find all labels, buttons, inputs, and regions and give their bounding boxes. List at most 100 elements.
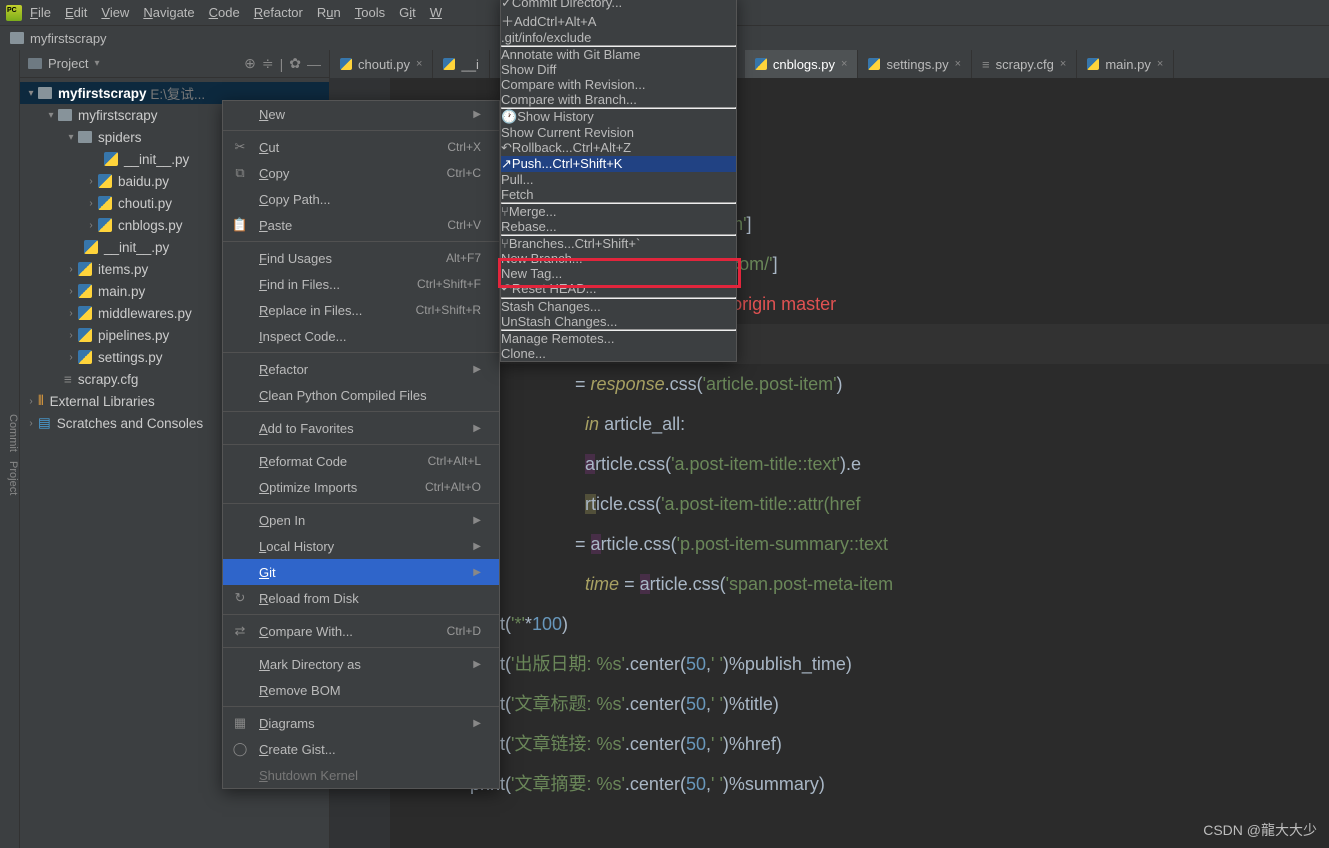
tab-settings[interactable]: settings.py× bbox=[858, 50, 972, 78]
close-icon[interactable]: × bbox=[1157, 58, 1163, 70]
menu-item[interactable]: New Branch... bbox=[501, 251, 736, 266]
submenu-arrow: ▶ bbox=[473, 364, 481, 375]
menu-label: Stash Changes... bbox=[501, 299, 601, 314]
menu-item[interactable]: Add to Favorites▶ bbox=[223, 415, 499, 441]
menu-item[interactable]: Inspect Code... bbox=[223, 323, 499, 349]
menu-w[interactable]: W bbox=[430, 5, 442, 20]
app-logo bbox=[6, 5, 22, 21]
menu-item[interactable]: ⇄Compare With...Ctrl+D bbox=[223, 618, 499, 644]
menu-item[interactable]: Copy Path... bbox=[223, 186, 499, 212]
close-icon[interactable]: × bbox=[1060, 58, 1066, 70]
menu-label: Show Diff bbox=[501, 62, 556, 77]
menu-edit[interactable]: Edit bbox=[65, 5, 87, 20]
tab-cnblogs[interactable]: cnblogs.py× bbox=[745, 50, 859, 78]
menu-item[interactable]: 🕐Show History bbox=[501, 109, 736, 125]
menu-item[interactable]: Compare with Revision... bbox=[501, 77, 736, 92]
menu-icon: ▦ bbox=[231, 715, 249, 731]
menu-code[interactable]: Code bbox=[209, 5, 240, 20]
menu-label: Copy Path... bbox=[259, 192, 481, 207]
sidebar-title[interactable]: Project bbox=[48, 56, 88, 71]
shortcut: Ctrl+Shift+F bbox=[417, 277, 481, 291]
menu-item[interactable]: Rebase... bbox=[501, 219, 736, 234]
menu-item[interactable]: Reformat CodeCtrl+Alt+L bbox=[223, 448, 499, 474]
menu-item[interactable]: Local History▶ bbox=[223, 533, 499, 559]
close-icon[interactable]: × bbox=[841, 58, 847, 70]
settings-icon[interactable]: ✿ bbox=[289, 55, 301, 72]
menu-item[interactable]: Replace in Files...Ctrl+Shift+R bbox=[223, 297, 499, 323]
submenu-arrow: ▶ bbox=[473, 541, 481, 552]
menu-icon: ✂ bbox=[231, 139, 249, 155]
close-icon[interactable]: × bbox=[955, 58, 961, 70]
menu-item[interactable]: Mark Directory as▶ bbox=[223, 651, 499, 677]
menu-item[interactable]: New Tag... bbox=[501, 266, 736, 281]
tab-trunc[interactable]: __i bbox=[433, 50, 489, 78]
menu-item[interactable]: Find UsagesAlt+F7 bbox=[223, 245, 499, 271]
tab-chouti[interactable]: chouti.py× bbox=[330, 50, 433, 78]
menu-item: Show Current Revision bbox=[501, 125, 736, 140]
menu-item[interactable]: Clone... bbox=[501, 346, 736, 361]
menu-item[interactable]: Clean Python Compiled Files bbox=[223, 382, 499, 408]
menu-item[interactable]: Find in Files...Ctrl+Shift+F bbox=[223, 271, 499, 297]
menu-git[interactable]: Git bbox=[399, 5, 416, 20]
shortcut: Alt+F7 bbox=[446, 251, 481, 265]
left-tool-strip[interactable]: Commit Project bbox=[0, 50, 20, 848]
menu-item[interactable]: ✓Commit Directory... bbox=[501, 0, 736, 11]
menu-label: UnStash Changes... bbox=[501, 314, 617, 329]
menu-tools[interactable]: Tools bbox=[355, 5, 385, 20]
menu-item[interactable]: 📋PasteCtrl+V bbox=[223, 212, 499, 238]
context-menu-git: ✓Commit Directory...＋AddCtrl+Alt+A.git/i… bbox=[500, 0, 737, 362]
menu-item[interactable]: ⑂Branches...Ctrl+Shift+` bbox=[501, 236, 736, 251]
menu-item[interactable]: Remove BOM bbox=[223, 677, 499, 703]
menu-navigate[interactable]: Navigate bbox=[143, 5, 194, 20]
menu-item[interactable]: ▦Diagrams▶ bbox=[223, 710, 499, 736]
menu-item[interactable]: Manage Remotes... bbox=[501, 331, 736, 346]
menu-item: Annotate with Git Blame bbox=[501, 47, 736, 62]
menu-label: Reset HEAD... bbox=[512, 281, 597, 296]
expand-icon[interactable]: ≑ bbox=[262, 55, 274, 72]
menu-label: New Tag... bbox=[501, 266, 562, 281]
menu-item[interactable]: UnStash Changes... bbox=[501, 314, 736, 329]
menu-label: Replace in Files... bbox=[259, 303, 406, 318]
menu-label: Pull... bbox=[501, 172, 534, 187]
tab-scrapycfg[interactable]: ≡scrapy.cfg× bbox=[972, 50, 1077, 78]
close-icon[interactable]: × bbox=[416, 58, 422, 70]
menu-item[interactable]: .git/info/exclude bbox=[501, 30, 736, 45]
menu-refactor[interactable]: Refactor bbox=[254, 5, 303, 20]
context-menu-main: New▶ ✂CutCtrl+X⧉CopyCtrl+C Copy Path... 📋Pa… bbox=[222, 100, 500, 789]
menu-item[interactable]: Git▶ bbox=[223, 559, 499, 585]
menu-label: Open In bbox=[259, 513, 463, 528]
menu-item[interactable]: New▶ bbox=[223, 101, 499, 127]
menu-item[interactable]: ＋AddCtrl+Alt+A bbox=[501, 11, 736, 30]
editor-tabs: chouti.py× __i cnblogs.py× settings.py× … bbox=[330, 50, 1329, 78]
menu-item[interactable]: Open In▶ bbox=[223, 507, 499, 533]
menu-item[interactable]: ◯Create Gist... bbox=[223, 736, 499, 762]
shortcut: Ctrl+Alt+O bbox=[425, 480, 481, 494]
locate-icon[interactable]: ⊕ bbox=[244, 55, 256, 72]
menu-icon: ＋ bbox=[501, 14, 514, 29]
menu-item[interactable]: Fetch bbox=[501, 187, 736, 202]
tab-main[interactable]: main.py× bbox=[1077, 50, 1174, 78]
project-icon bbox=[28, 58, 42, 69]
menu-label: Rebase... bbox=[501, 219, 557, 234]
menu-item[interactable]: Pull... bbox=[501, 172, 736, 187]
menu-item[interactable]: ↻Reload from Disk bbox=[223, 585, 499, 611]
shortcut: Ctrl+Shift+K bbox=[552, 156, 622, 171]
menu-item[interactable]: Compare with Branch... bbox=[501, 92, 736, 107]
menu-item-push[interactable]: ↗Push...Ctrl+Shift+K bbox=[501, 156, 736, 172]
hide-icon[interactable]: — bbox=[307, 56, 321, 72]
shortcut: Ctrl+Alt+L bbox=[428, 454, 481, 468]
menu-item[interactable]: Optimize ImportsCtrl+Alt+O bbox=[223, 474, 499, 500]
menu-item[interactable]: Stash Changes... bbox=[501, 299, 736, 314]
menu-run[interactable]: Run bbox=[317, 5, 341, 20]
menu-label: Manage Remotes... bbox=[501, 331, 614, 346]
menu-item[interactable]: ✂CutCtrl+X bbox=[223, 134, 499, 160]
menu-item[interactable]: ↶Reset HEAD... bbox=[501, 281, 736, 297]
menu-item[interactable]: ⧉CopyCtrl+C bbox=[223, 160, 499, 186]
menu-label: Compare With... bbox=[259, 624, 437, 639]
submenu-arrow: ▶ bbox=[473, 718, 481, 729]
menu-item[interactable]: ⑂Merge... bbox=[501, 204, 736, 219]
shortcut: Ctrl+C bbox=[447, 166, 481, 180]
menu-view[interactable]: View bbox=[101, 5, 129, 20]
menu-item[interactable]: Refactor▶ bbox=[223, 356, 499, 382]
menu-file[interactable]: File bbox=[30, 5, 51, 20]
